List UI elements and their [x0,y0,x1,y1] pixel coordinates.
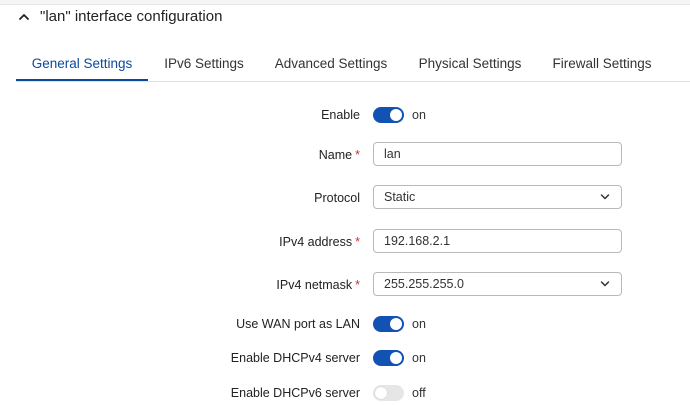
dhcpv4-switch[interactable] [373,350,404,366]
dhcpv6-toggle[interactable]: off [373,380,426,405]
enable-label: Enable [321,108,360,122]
switch-knob [390,352,402,364]
form-row-ipv4-address: IPv4 address * [0,229,690,255]
tabs-divider [16,81,690,82]
required-mark: * [355,278,360,292]
tab-ipv6-settings[interactable]: IPv6 Settings [156,48,252,82]
ipv4-netmask-label: IPv4 netmask * [276,278,360,292]
ipv4-netmask-value: 255.255.255.0 [384,277,464,291]
switch-knob [375,387,387,399]
dhcpv4-state: on [412,351,426,365]
form-row-enable: Enable on [0,102,690,128]
dhcpv6-label: Enable DHCPv6 server [230,386,360,400]
dhcpv4-label: Enable DHCPv4 server [230,351,360,365]
required-mark: * [355,235,360,249]
dhcpv6-state: off [412,386,426,400]
chevron-down-icon [600,194,610,200]
protocol-label: Protocol [314,191,360,205]
form-row-dhcpv6: Enable DHCPv6 server off [0,380,690,405]
enable-switch[interactable] [373,107,404,123]
protocol-value: Static [384,190,416,204]
section-title: "lan" interface configuration [40,8,223,25]
form-row-ipv4-netmask: IPv4 netmask * 255.255.255.0 [0,272,690,298]
top-divider [0,0,690,5]
chevron-down-icon [600,281,610,287]
enable-state: on [412,108,426,122]
use-wan-as-lan-switch[interactable] [373,316,404,332]
form-row-dhcpv4: Enable DHCPv4 server on [0,345,690,371]
ipv4-address-label: IPv4 address * [279,235,360,249]
enable-toggle[interactable]: on [373,102,426,128]
chevron-up-icon[interactable] [18,11,30,23]
form-row-protocol: Protocol Static [0,185,690,211]
tab-firewall-settings[interactable]: Firewall Settings [548,48,656,82]
interface-config-panel: "lan" interface configuration General Se… [0,0,690,405]
required-mark: * [355,148,360,162]
name-input[interactable] [373,142,622,166]
tab-general-settings[interactable]: General Settings [16,48,148,82]
ipv4-netmask-select[interactable]: 255.255.255.0 [373,272,622,296]
use-wan-as-lan-toggle[interactable]: on [373,311,426,337]
use-wan-as-lan-label: Use WAN port as LAN [236,317,360,331]
form-row-use-wan-as-lan: Use WAN port as LAN on [0,311,690,337]
form-row-name: Name * [0,142,690,168]
dhcpv6-switch[interactable] [373,385,404,401]
switch-knob [390,109,402,121]
tab-advanced-settings[interactable]: Advanced Settings [270,48,392,82]
section-header[interactable]: "lan" interface configuration [18,8,222,25]
name-label: Name * [318,148,360,162]
ipv4-address-input[interactable] [373,229,622,253]
dhcpv4-toggle[interactable]: on [373,345,426,371]
switch-knob [390,318,402,330]
protocol-select[interactable]: Static [373,185,622,209]
tab-physical-settings[interactable]: Physical Settings [414,48,526,82]
use-wan-as-lan-state: on [412,317,426,331]
